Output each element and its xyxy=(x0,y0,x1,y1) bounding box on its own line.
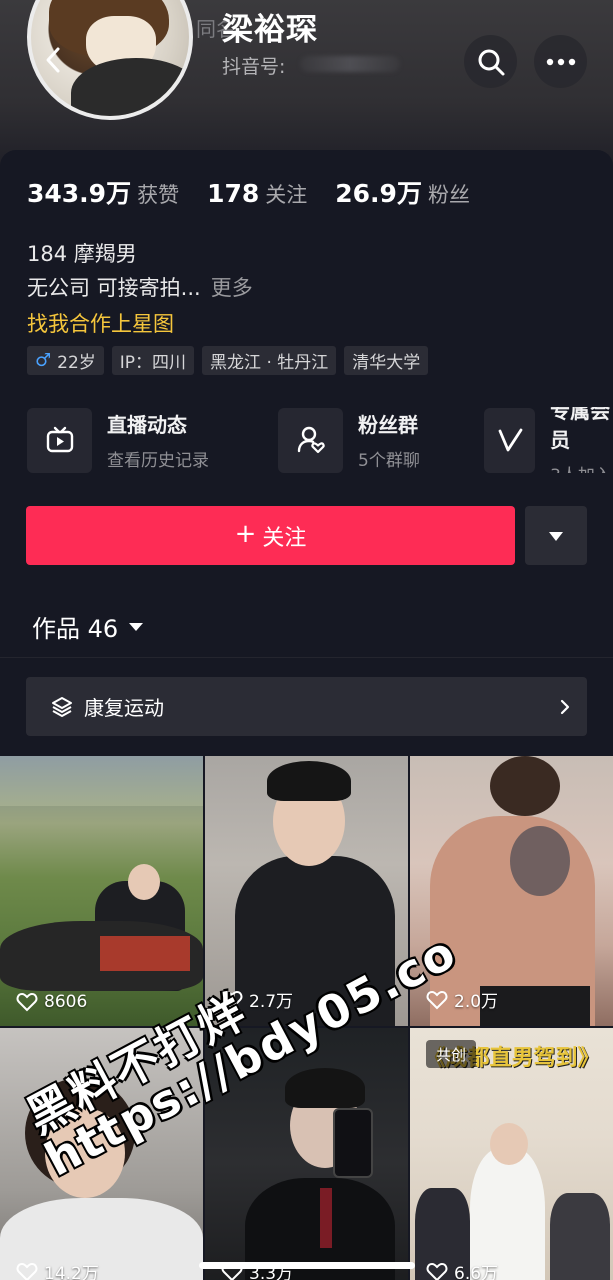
caret-down-icon xyxy=(129,622,144,631)
tag-row: ♂ 22岁 IP：四川 黑龙江 · 牡丹江 清华大学 xyxy=(27,346,436,375)
chevron-left-icon xyxy=(46,47,60,73)
video-likes: 8606 xyxy=(16,992,87,1012)
profile-name: 梁裕琛 xyxy=(222,12,318,48)
tie xyxy=(320,1188,332,1248)
douyin-id-label: 抖音号: xyxy=(222,56,286,78)
triangle-down-icon xyxy=(549,531,563,541)
bio-line-2-text: 无公司 可接寄拍... xyxy=(27,276,201,300)
video-thumbnail[interactable]: 《成都直男驾到》 共创 6.6万 xyxy=(410,1028,613,1280)
feature-subtitle: 3人加入 xyxy=(550,461,613,474)
profile-header: 同名 梁裕琛 抖音号: xyxy=(0,0,613,170)
follow-button[interactable]: + 关注 xyxy=(26,506,515,565)
person-head xyxy=(490,1123,528,1165)
divider xyxy=(0,657,613,658)
person-hair xyxy=(267,761,351,801)
rider-head xyxy=(128,864,160,900)
search-icon xyxy=(478,49,504,75)
male-icon: ♂ xyxy=(35,350,52,371)
person-right xyxy=(550,1193,610,1280)
avatar-shirt xyxy=(71,58,189,116)
stat-likes[interactable]: 343.9万 获赞 xyxy=(27,174,179,210)
bio-line-2: 无公司 可接寄拍... 更多 xyxy=(27,272,253,302)
video-thumbnail[interactable]: 2.0万 xyxy=(410,756,613,1026)
stats-row: 343.9万 获赞 178 关注 26.9万 粉丝 xyxy=(27,174,498,210)
heart-icon xyxy=(16,1262,38,1280)
recommend-dropdown-button[interactable] xyxy=(525,506,587,565)
stat-followers[interactable]: 26.9万 粉丝 xyxy=(335,174,470,210)
video-thumbnail[interactable]: 8606 xyxy=(0,756,203,1026)
feature-title: 专属会员 xyxy=(550,407,611,452)
video-likes: 6.6万 xyxy=(426,1259,498,1280)
person-hair xyxy=(490,756,560,816)
stat-likes-number: 343.9万 xyxy=(27,179,132,208)
star-map-link[interactable]: 找我合作上星图 xyxy=(27,308,174,338)
tag-location: 黑龙江 · 牡丹江 xyxy=(202,346,337,375)
fan-group-icon xyxy=(278,407,343,473)
douyin-id-blur xyxy=(300,56,400,72)
back-button[interactable] xyxy=(38,40,68,80)
video-likes: 2.0万 xyxy=(426,987,498,1012)
video-likes-count: 14.2万 xyxy=(44,1264,99,1280)
phone xyxy=(333,1108,373,1178)
stat-following[interactable]: 178 关注 xyxy=(207,179,307,209)
search-button[interactable] xyxy=(464,35,517,88)
home-indicator[interactable] xyxy=(199,1262,415,1269)
heart-icon xyxy=(426,990,448,1010)
co-create-badge: 共创 xyxy=(426,1040,476,1068)
works-label: 作品 46 xyxy=(32,615,119,643)
tag-school[interactable]: 清华大学 xyxy=(344,346,429,375)
chevron-right-icon xyxy=(560,699,570,714)
tab-works[interactable]: 作品 46 xyxy=(32,609,144,644)
feature-subtitle: 查看历史记录 xyxy=(107,451,209,471)
heart-icon xyxy=(16,992,38,1012)
more-dots-icon xyxy=(546,58,575,65)
video-likes-count: 2.0万 xyxy=(454,992,499,1012)
collection-entry[interactable]: 康复运动 xyxy=(26,677,587,736)
feature-title: 粉丝群 xyxy=(358,413,418,437)
v-icon xyxy=(484,407,536,473)
heart-icon xyxy=(426,1262,448,1280)
stat-followers-label: 粉丝 xyxy=(427,183,470,207)
collection-label: 康复运动 xyxy=(84,696,164,720)
layers-icon xyxy=(52,696,72,717)
stat-likes-label: 获赞 xyxy=(137,183,180,207)
bio-line-1: 184 摩羯男 xyxy=(27,242,137,266)
tattoo xyxy=(510,826,570,896)
more-button[interactable] xyxy=(534,35,587,88)
feature-title: 直播动态 xyxy=(107,413,187,437)
video-likes-count: 8606 xyxy=(44,992,88,1012)
stat-followers-number: 26.9万 xyxy=(335,179,422,208)
follow-label: 关注 xyxy=(262,525,307,551)
tag-age: 22岁 xyxy=(57,353,96,373)
feature-subtitle: 5个群聊 xyxy=(358,451,420,471)
feature-fan-group[interactable]: 粉丝群 5个群聊 xyxy=(278,407,420,473)
feature-membership[interactable]: 专属会员 3人加入 xyxy=(484,407,613,473)
feature-shortcuts: 直播动态 查看历史记录 粉丝群 5个群聊 专属会员 3人加入 xyxy=(27,407,613,473)
plus-icon: + xyxy=(234,519,257,549)
saddle-blanket xyxy=(100,936,190,971)
sky xyxy=(0,756,203,806)
tag-gender-age: ♂ 22岁 xyxy=(27,346,104,375)
tv-icon xyxy=(27,407,92,473)
tag-ip: IP：四川 xyxy=(111,346,195,375)
bio-more-link[interactable]: 更多 xyxy=(211,276,253,300)
stat-following-number: 178 xyxy=(207,179,260,208)
feature-live-history[interactable]: 直播动态 查看历史记录 xyxy=(27,407,209,473)
stat-following-label: 关注 xyxy=(265,183,308,207)
video-likes-count: 6.6万 xyxy=(454,1264,499,1280)
video-likes: 14.2万 xyxy=(16,1259,99,1280)
person-hair xyxy=(285,1068,365,1108)
